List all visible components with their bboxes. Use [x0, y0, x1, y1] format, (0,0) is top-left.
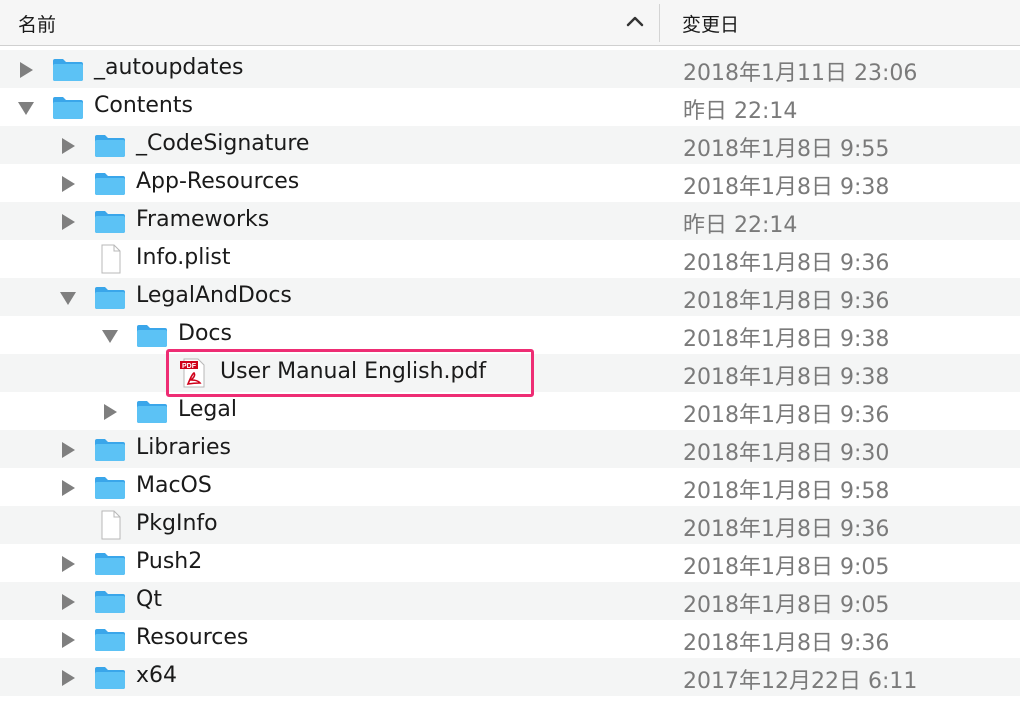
list-item[interactable]: Info.plist 2018年1月8日 9:36: [0, 240, 1020, 278]
svg-text:PDF: PDF: [182, 363, 197, 370]
finder-list-window: 名前 変更日 _autoupdates 2018年1月11日 23:06 Conte…: [0, 0, 1020, 718]
name-column-header[interactable]: 名前: [18, 10, 56, 37]
modified-date: 2018年1月8日 9:55: [683, 137, 890, 162]
modified-date: 2018年1月8日 9:05: [683, 555, 890, 580]
pdf-file-icon: PDF: [180, 358, 205, 388]
disclosure-collapsed-icon[interactable]: [59, 137, 77, 155]
file-name: Libraries: [136, 435, 232, 460]
modified-date: 2018年1月8日 9:30: [683, 441, 890, 466]
folder-icon: [95, 173, 125, 195]
folder-icon: [95, 287, 125, 309]
folder-icon: [137, 325, 167, 347]
list-item[interactable]: Push2 2018年1月8日 9:05: [0, 544, 1020, 582]
modified-date: 2018年1月11日 23:06: [683, 61, 918, 86]
folder-icon: [95, 629, 125, 651]
disclosure-collapsed-icon[interactable]: [59, 213, 77, 231]
file-name: Resources: [136, 625, 249, 650]
folder-icon: [137, 401, 167, 423]
list-item[interactable]: Docs 2018年1月8日 9:38: [0, 316, 1020, 354]
folder-icon: [53, 59, 83, 81]
disclosure-expanded-icon[interactable]: [59, 289, 77, 307]
modified-date: 2018年1月8日 9:36: [683, 517, 890, 542]
list-item[interactable]: Libraries 2018年1月8日 9:30: [0, 430, 1020, 468]
list-item[interactable]: _CodeSignature 2018年1月8日 9:55: [0, 126, 1020, 164]
file-name: _CodeSignature: [136, 131, 310, 156]
disclosure-collapsed-icon[interactable]: [59, 669, 77, 687]
modified-date: 2018年1月8日 9:36: [683, 251, 890, 276]
file-name: Docs: [178, 321, 232, 346]
folder-icon: [95, 211, 125, 233]
disclosure-collapsed-icon[interactable]: [59, 631, 77, 649]
folder-icon: [53, 97, 83, 119]
date-modified-column-header[interactable]: 変更日: [682, 10, 739, 37]
list-item[interactable]: PkgInfo 2018年1月8日 9:36: [0, 506, 1020, 544]
disclosure-collapsed-icon[interactable]: [101, 403, 119, 421]
disclosure-collapsed-icon[interactable]: [17, 61, 35, 79]
modified-date: 昨日 22:14: [683, 99, 798, 124]
list-item[interactable]: Resources 2018年1月8日 9:36: [0, 620, 1020, 658]
file-name: Info.plist: [136, 245, 231, 270]
list-item[interactable]: LegalAndDocs 2018年1月8日 9:36: [0, 278, 1020, 316]
disclosure-collapsed-icon[interactable]: [59, 593, 77, 611]
column-header: 名前 変更日: [0, 0, 1020, 46]
file-name: App-Resources: [136, 169, 300, 194]
list-item[interactable]: App-Resources 2018年1月8日 9:38: [0, 164, 1020, 202]
modified-date: 2018年1月8日 9:36: [683, 403, 890, 428]
modified-date: 2018年1月8日 9:58: [683, 479, 890, 504]
list-item[interactable]: Qt 2018年1月8日 9:05: [0, 582, 1020, 620]
disclosure-collapsed-icon[interactable]: [59, 479, 77, 497]
chevron-up-icon[interactable]: [624, 12, 646, 30]
disclosure-expanded-icon[interactable]: [17, 99, 35, 117]
file-name: User Manual English.pdf: [220, 359, 487, 384]
disclosure-collapsed-icon[interactable]: [59, 175, 77, 193]
file-name: Frameworks: [136, 207, 270, 232]
list-item[interactable]: x64 2017年12月22日 6:11: [0, 658, 1020, 696]
file-name: x64: [136, 663, 178, 688]
list-item[interactable]: Frameworks 昨日 22:14: [0, 202, 1020, 240]
folder-icon: [95, 135, 125, 157]
modified-date: 2017年12月22日 6:11: [683, 669, 918, 694]
file-name: PkgInfo: [136, 511, 218, 536]
file-name: Contents: [94, 93, 193, 118]
modified-date: 2018年1月8日 9:36: [683, 289, 890, 314]
file-name: Legal: [178, 397, 237, 422]
list-item[interactable]: Legal 2018年1月8日 9:36: [0, 392, 1020, 430]
folder-icon: [95, 439, 125, 461]
list-item[interactable]: PDF User Manual English.pdf 2018年1月8日 9:38: [0, 354, 1020, 392]
modified-date: 2018年1月8日 9:38: [683, 327, 890, 352]
modified-date: 昨日 22:14: [683, 213, 798, 238]
folder-icon: [95, 477, 125, 499]
file-name: _autoupdates: [94, 55, 244, 80]
file-list: _autoupdates 2018年1月11日 23:06 Contents 昨日 2…: [0, 50, 1020, 696]
document-icon: [101, 244, 121, 274]
file-name: LegalAndDocs: [136, 283, 292, 308]
disclosure-collapsed-icon[interactable]: [59, 555, 77, 573]
modified-date: 2018年1月8日 9:38: [683, 365, 890, 390]
modified-date: 2018年1月8日 9:05: [683, 593, 890, 618]
modified-date: 2018年1月8日 9:38: [683, 175, 890, 200]
modified-date: 2018年1月8日 9:36: [683, 631, 890, 656]
file-name: Qt: [136, 587, 162, 612]
folder-icon: [95, 591, 125, 613]
file-name: Push2: [136, 549, 203, 574]
column-divider[interactable]: [659, 4, 660, 42]
list-item[interactable]: _autoupdates 2018年1月11日 23:06: [0, 50, 1020, 88]
document-icon: [101, 510, 121, 540]
folder-icon: [95, 553, 125, 575]
disclosure-collapsed-icon[interactable]: [59, 441, 77, 459]
file-name: MacOS: [136, 473, 212, 498]
list-item[interactable]: Contents 昨日 22:14: [0, 88, 1020, 126]
list-item[interactable]: MacOS 2018年1月8日 9:58: [0, 468, 1020, 506]
folder-icon: [95, 667, 125, 689]
disclosure-expanded-icon[interactable]: [101, 327, 119, 345]
